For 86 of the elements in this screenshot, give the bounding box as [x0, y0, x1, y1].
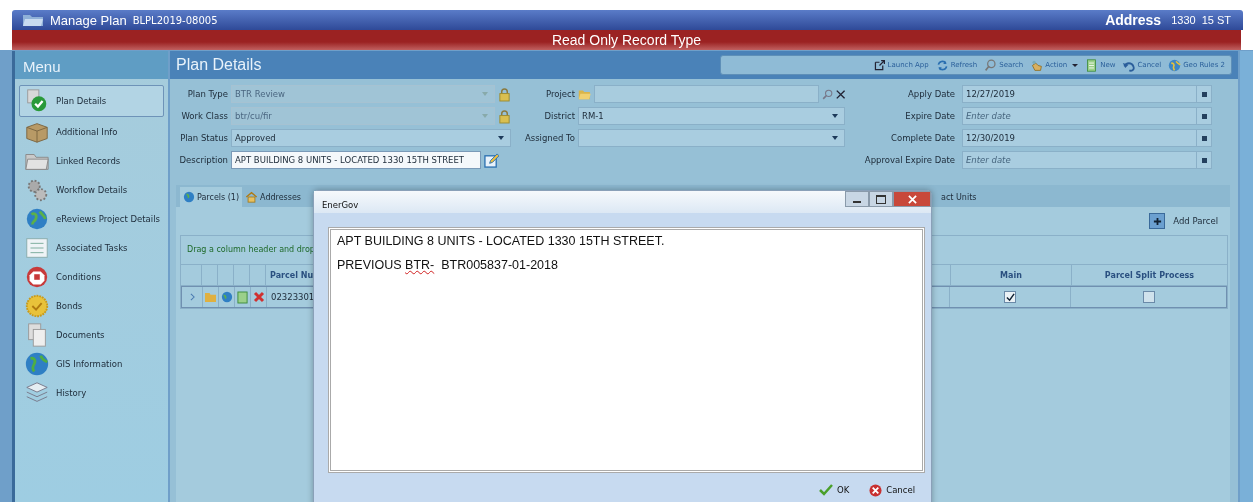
address-label: Address	[1105, 12, 1162, 28]
ok-button[interactable]: OK	[812, 483, 856, 497]
dropdown-field[interactable]: Approved	[231, 129, 511, 147]
record-number: BLPL2019-08005	[132, 14, 218, 26]
folder-icon	[22, 13, 44, 27]
checkbox[interactable]	[1004, 291, 1016, 303]
text-area[interactable]: APT BUILDING 8 UNITS - LOCATED 1330 15TH STREET. PREVIOUS BTR- BTR005837-01-2018	[328, 227, 925, 473]
checkbox[interactable]	[1142, 291, 1155, 303]
field-label: Work Class	[180, 111, 228, 121]
address-street: 15 ST	[1201, 14, 1231, 26]
dropdown-field[interactable]: RM-1	[578, 107, 845, 125]
lock-icon	[498, 86, 511, 102]
delete-icon[interactable]	[252, 291, 265, 303]
close-button[interactable]	[893, 191, 931, 207]
menu-item[interactable]: Workflow Details	[19, 176, 164, 204]
cancel-button[interactable]: Cancel	[863, 482, 921, 498]
column-header[interactable]: Main	[951, 265, 1072, 285]
input-field[interactable]	[593, 85, 819, 103]
check-icon	[818, 484, 833, 496]
menu-item[interactable]: Additional Info	[19, 118, 164, 146]
dialog-title: EnerGov	[322, 200, 360, 210]
stop-icon	[24, 264, 50, 290]
add-parcel-button[interactable]: Add Parcel	[1143, 212, 1224, 230]
column-header[interactable]: Parcel Split Process	[1072, 265, 1227, 285]
menu-item[interactable]: Bonds	[19, 292, 164, 320]
document-icon	[1085, 58, 1099, 72]
caret-icon	[832, 136, 838, 140]
field-label: Complete Date	[890, 133, 955, 143]
close-icon[interactable]	[835, 88, 845, 100]
dropdown-field[interactable]	[578, 129, 845, 147]
menu-item[interactable]: Associated Tasks	[19, 234, 164, 262]
menu-title: Menu	[15, 51, 168, 79]
maximize-button[interactable]	[869, 191, 893, 207]
lock-icon	[498, 108, 511, 124]
house-icon	[245, 191, 259, 203]
external-link-icon	[872, 58, 886, 72]
caret-icon	[1072, 63, 1079, 67]
date-field[interactable]: Enter date	[962, 107, 1212, 125]
cancel-icon	[869, 483, 883, 497]
caret-icon	[482, 114, 488, 118]
input-field[interactable]: APT BUILDING 8 UNITS - LOCATED 1330 15TH STREET	[231, 151, 481, 169]
field-label: Apply Date	[907, 89, 955, 99]
field-label: Assigned To	[523, 133, 575, 143]
globe-icon	[24, 351, 50, 377]
field-label: Approval Expire Date	[863, 155, 955, 165]
plus-icon	[1149, 213, 1166, 229]
tab[interactable]: Parcels (1)	[180, 187, 243, 207]
hand-icon	[1030, 58, 1044, 72]
refresh-icon	[935, 58, 949, 72]
menu-item[interactable]: GIS Information	[19, 350, 164, 378]
globe-icon	[183, 191, 195, 203]
field-label: District	[543, 111, 575, 121]
date-field[interactable]: 12/27/2019	[962, 85, 1212, 103]
caret-icon	[482, 92, 488, 96]
minimize-button[interactable]	[845, 191, 869, 207]
menu-item[interactable]: Linked Records	[19, 147, 164, 175]
search-icon	[984, 58, 998, 72]
globe-icon	[24, 206, 50, 232]
medal-icon	[24, 293, 50, 319]
menu-item[interactable]: Documents	[19, 321, 164, 349]
list-icon	[24, 235, 50, 261]
field-label: Expire Date	[904, 111, 955, 121]
window-title: Manage Plan	[50, 12, 127, 28]
caret-icon	[498, 136, 504, 140]
close-icon	[907, 194, 917, 204]
menu-item[interactable]: History	[19, 379, 164, 407]
caret-icon	[832, 114, 838, 118]
menu-item[interactable]: eReviews Project Details	[19, 205, 164, 233]
paragraph: APT BUILDING 8 UNITS - LOCATED 1330 15TH STREET.	[337, 234, 666, 248]
menu-item[interactable]: Plan Details	[19, 85, 164, 117]
section-title: Plan Details	[176, 56, 263, 74]
edit-icon[interactable]	[484, 152, 499, 168]
banner-text: Read Only Record Type	[551, 32, 702, 48]
field-label: Plan Status	[179, 133, 228, 143]
globe-icon[interactable]	[220, 291, 233, 303]
date-field[interactable]: 12/30/2019	[962, 129, 1212, 147]
field-label: Description	[178, 155, 228, 165]
expand-icon[interactable]	[189, 293, 195, 301]
globe-icon	[1168, 58, 1182, 72]
field-label: Project	[544, 89, 575, 99]
tab[interactable]: act Units	[938, 187, 980, 207]
date-field[interactable]: Enter date	[962, 151, 1212, 169]
address-number: 1330	[1171, 14, 1196, 26]
tab[interactable]: Addresses	[242, 187, 305, 207]
menu-item[interactable]: Conditions	[19, 263, 164, 291]
field-label: Plan Type	[186, 89, 228, 99]
